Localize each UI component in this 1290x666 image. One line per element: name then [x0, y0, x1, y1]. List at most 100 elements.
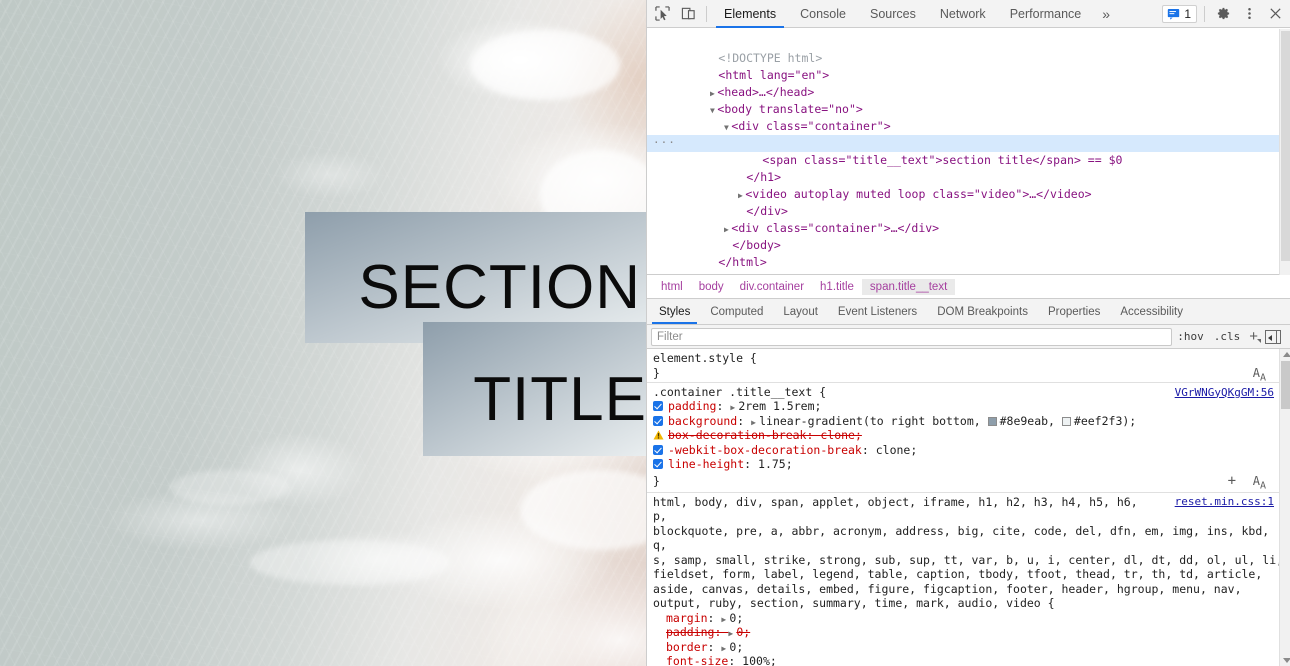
panel-toggle-icon[interactable] [1265, 329, 1281, 344]
rule-selector-line[interactable]: output, ruby, section, summary, time, ma… [653, 596, 1284, 611]
rule-selector-line[interactable]: fieldset, form, label, legend, table, ca… [653, 567, 1284, 582]
hov-button[interactable]: :hov [1172, 327, 1209, 347]
dom-line[interactable]: ▼ <div class="container"> [647, 101, 1290, 133]
scroll-down-arrow-icon[interactable] [1283, 658, 1290, 663]
tab-layout[interactable]: Layout [773, 299, 828, 324]
declaration-property[interactable]: -webkit-box-decoration-break [668, 443, 862, 457]
dom-line[interactable]: ▶ <div class="container">…</div> [647, 203, 1290, 235]
cls-button[interactable]: .cls [1209, 327, 1246, 347]
dom-line[interactable]: ▼<h1 class="title"> [647, 118, 1290, 150]
rule-selector-line[interactable]: blockquote, pre, a, abbr, acronym, addre… [653, 524, 1284, 553]
dom-line[interactable]: ▶ <head>…</head> [647, 67, 1290, 99]
tab-console[interactable]: Console [788, 0, 858, 28]
dom-tree[interactable]: <!DOCTYPE html> <html lang="en"> ▶ <head>… [647, 28, 1290, 275]
tab-dom-breakpoints[interactable]: DOM Breakpoints [927, 299, 1038, 324]
declaration-value[interactable]: 0; [736, 625, 750, 639]
close-icon[interactable] [1262, 1, 1288, 27]
declaration-checkbox[interactable] [653, 459, 663, 469]
rule-selector-line[interactable]: html, body, div, span, applet, object, i… [653, 495, 1141, 524]
declaration-value[interactable]: 1.75; [758, 457, 793, 471]
more-tabs-button[interactable]: » [1093, 0, 1119, 28]
dom-tree-scrollbar[interactable] [1279, 29, 1290, 275]
kebab-menu-icon[interactable] [1236, 1, 1262, 27]
declaration-padding[interactable]: padding: ▶ 2rem 1.5rem; [653, 399, 1284, 414]
breadcrumb-item-body[interactable]: body [691, 279, 732, 295]
warning-icon [653, 430, 664, 440]
declaration-value[interactable]: 0; [729, 611, 743, 625]
breadcrumb-item-html[interactable]: html [653, 279, 691, 295]
declaration-margin[interactable]: margin: ▶ 0; [653, 611, 1284, 626]
tab-performance[interactable]: Performance [998, 0, 1094, 28]
breadcrumb-item-h1-title[interactable]: h1.title [812, 279, 862, 295]
tab-event-listeners[interactable]: Event Listeners [828, 299, 927, 324]
tab-elements[interactable]: Elements [712, 0, 788, 28]
declaration-padding[interactable]: padding: ▶ 0; [653, 625, 1284, 640]
declaration-property[interactable]: background [668, 414, 737, 428]
dom-tree-scrollbar-thumb[interactable] [1281, 31, 1290, 261]
dom-line-text: </html> [718, 255, 767, 269]
declaration-checkbox[interactable] [653, 415, 663, 426]
breadcrumb-item-div-container[interactable]: div.container [732, 279, 812, 295]
dom-line[interactable]: </html> [647, 237, 1290, 269]
declaration-property[interactable]: line-height [668, 457, 744, 471]
tab-sources[interactable]: Sources [858, 0, 928, 28]
declaration-checkbox[interactable] [653, 401, 663, 411]
gear-icon[interactable] [1210, 1, 1236, 27]
declaration-value[interactable]: clone; [876, 443, 918, 457]
tab-computed[interactable]: Computed [700, 299, 773, 324]
new-style-rule-button[interactable]: + [1245, 328, 1262, 345]
dom-line[interactable]: </body> [647, 220, 1290, 252]
scroll-up-arrow-icon[interactable] [1283, 352, 1290, 357]
declaration-value[interactable]: 100%; [742, 654, 777, 666]
rule-source-link[interactable]: VGrWNGyQKgGM:56 [1175, 386, 1274, 401]
add-declaration-button[interactable]: + [1228, 473, 1236, 489]
node-menu-icon[interactable]: ··· [653, 134, 676, 151]
declaration-font-size[interactable]: font-size: 100%; [653, 654, 1284, 666]
tab-network[interactable]: Network [928, 0, 998, 28]
filter-input[interactable] [651, 327, 1173, 346]
dom-line-selected[interactable]: ··· <span class="title__text">section tit… [647, 134, 1290, 167]
declaration-border[interactable]: border: ▶ 0; [653, 640, 1284, 655]
declaration-value[interactable]: 0; [729, 640, 743, 654]
styles-scrollbar-thumb[interactable] [1281, 361, 1290, 409]
inspect-cursor-icon[interactable] [649, 1, 675, 27]
device-toolbar-icon[interactable] [675, 1, 701, 27]
declaration-property[interactable]: margin [666, 611, 708, 625]
toolbar-divider [706, 5, 707, 22]
declaration-checkbox[interactable] [653, 444, 663, 455]
issues-message-icon [1168, 9, 1180, 20]
rule-selector-line[interactable]: aside, canvas, details, embed, figure, f… [653, 582, 1284, 597]
rule-selector-line[interactable]: s, samp, small, strike, strong, sub, sup… [653, 553, 1284, 568]
rule-reset-css[interactable]: reset.min.css:1 html, body, div, span, a… [647, 493, 1290, 666]
declaration-property[interactable]: font-size [666, 654, 728, 666]
declaration-property[interactable]: box-decoration-break [668, 428, 806, 442]
tab-accessibility[interactable]: Accessibility [1110, 299, 1193, 324]
declaration-background[interactable]: background: ▶ linear-gradient(to right bo… [653, 414, 1284, 429]
color-swatch-to[interactable] [1061, 416, 1071, 426]
declaration-value[interactable]: 2rem 1.5rem; [738, 399, 821, 413]
dom-line[interactable]: ▶ <video autoplay muted loop class="video… [647, 169, 1290, 201]
rule-element-style[interactable]: element.style { } AA [647, 349, 1290, 383]
issues-button[interactable]: 1 [1162, 4, 1197, 23]
color-swatch-from[interactable] [987, 416, 997, 426]
rule-source-link[interactable]: reset.min.css:1 [1175, 495, 1274, 510]
declaration-box-decoration-break[interactable]: box-decoration-break: clone; [653, 428, 1284, 443]
tab-styles[interactable]: Styles [649, 299, 700, 324]
declaration-webkit-box-decoration-break[interactable]: -webkit-box-decoration-break: clone; [653, 443, 1284, 458]
declaration-value[interactable]: clone; [820, 428, 862, 442]
styles-pane[interactable]: element.style { } AA VGrWNGyQKgGM:56 .co… [647, 349, 1290, 666]
declaration-property[interactable]: border [666, 640, 708, 654]
dom-line[interactable]: </div> [647, 186, 1290, 218]
dom-line[interactable]: <html lang="en"> [647, 50, 1290, 82]
declaration-line-height[interactable]: line-height: 1.75; [653, 457, 1284, 472]
rule-container-title-text[interactable]: VGrWNGyQKgGM:56 .container .title__text … [647, 383, 1290, 493]
dom-line[interactable]: ▼ <body translate="no"> [647, 84, 1290, 116]
font-editor-icon[interactable]: AA [1253, 474, 1266, 494]
dom-line[interactable]: </h1> [647, 152, 1290, 184]
breadcrumb-item-span-title-text[interactable]: span.title__text [861, 278, 956, 295]
styles-scrollbar[interactable] [1279, 349, 1290, 666]
declaration-property[interactable]: padding [668, 399, 716, 413]
dom-line[interactable]: <!DOCTYPE html> [647, 33, 1290, 65]
tab-properties[interactable]: Properties [1038, 299, 1110, 324]
declaration-property[interactable]: padding [666, 625, 714, 639]
